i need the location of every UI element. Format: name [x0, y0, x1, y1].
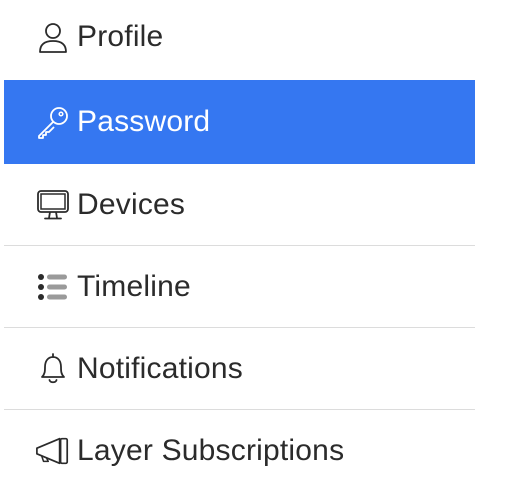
menu-item-timeline[interactable]: Timeline — [4, 246, 475, 328]
menu-item-label: Profile — [77, 20, 164, 53]
menu-item-label: Layer Subscriptions — [77, 434, 345, 467]
bell-icon — [35, 351, 71, 387]
menu-item-label: Notifications — [77, 351, 244, 385]
menu-item-label: Devices — [77, 187, 186, 221]
menu-item-layer-subscriptions[interactable]: Layer Subscriptions — [4, 410, 475, 492]
monitor-icon — [35, 187, 71, 223]
key-icon — [35, 104, 71, 140]
menu-item-label: Password — [77, 105, 211, 138]
menu-item-profile[interactable]: Profile — [4, 0, 475, 80]
settings-menu: Profile Password Devices Timeline Notifi… — [4, 0, 475, 492]
menu-item-notifications[interactable]: Notifications — [4, 328, 475, 410]
user-icon — [35, 20, 71, 56]
menu-item-password[interactable]: Password — [4, 80, 475, 164]
megaphone-icon — [35, 433, 71, 469]
list-icon — [35, 269, 71, 305]
menu-item-devices[interactable]: Devices — [4, 164, 475, 246]
menu-item-label: Timeline — [77, 269, 191, 303]
